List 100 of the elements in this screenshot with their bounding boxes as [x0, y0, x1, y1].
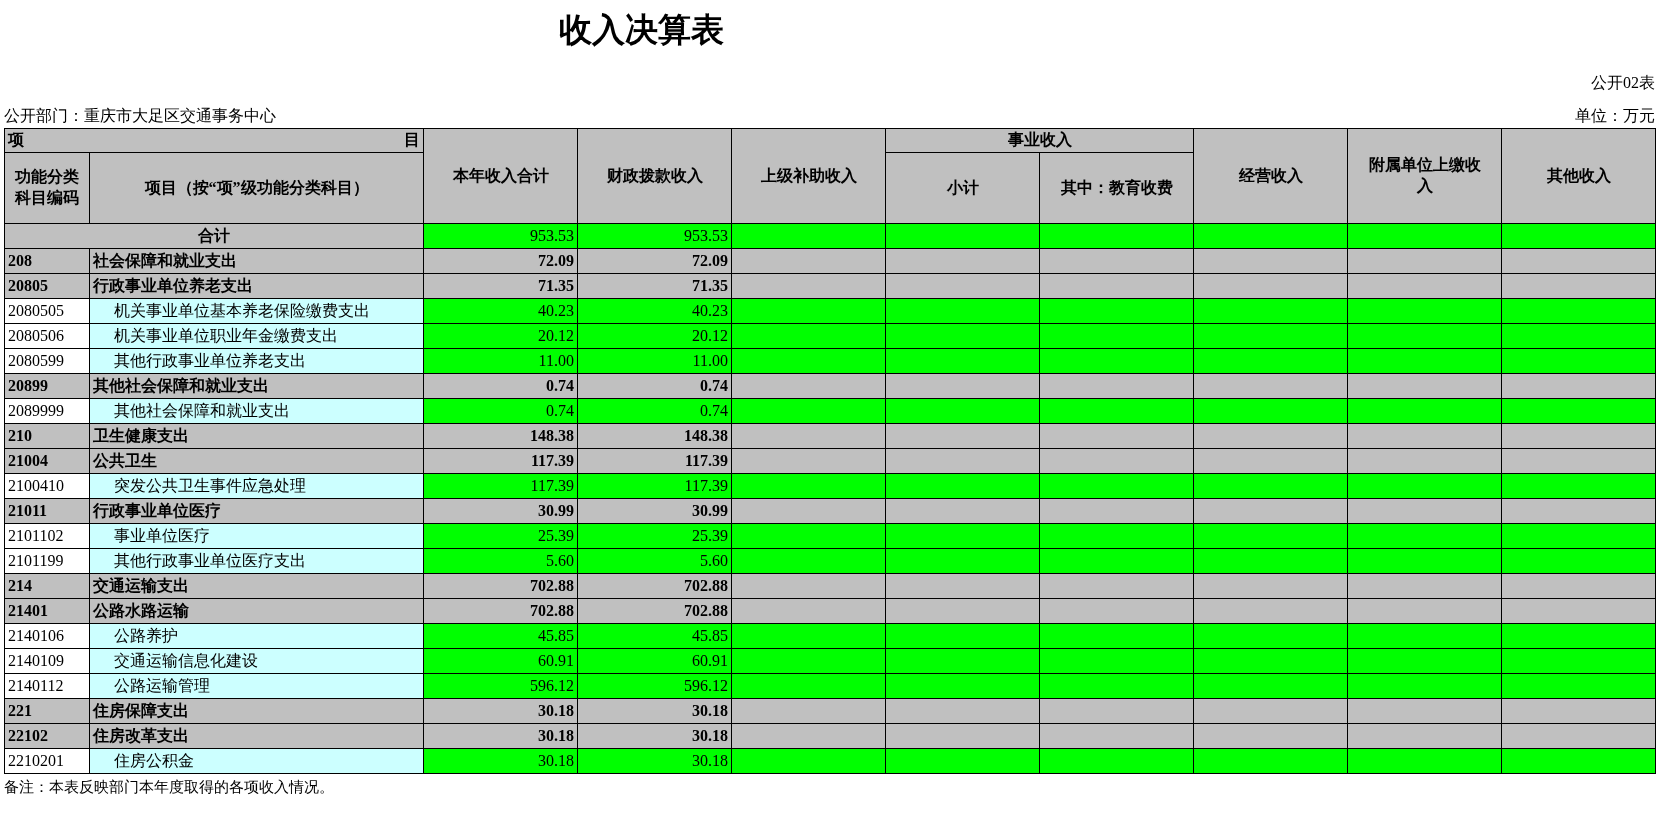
table-cell: 交通运输支出 [89, 573, 424, 599]
table-cell: 45.85 [423, 623, 578, 649]
table-cell: 117.39 [423, 473, 578, 499]
table-cell: 5.60 [577, 548, 732, 574]
unit-label: 单位：万元 [1575, 106, 1655, 126]
table-cell: 其他社会保障和就业支出 [89, 373, 424, 399]
table-cell: 0.74 [423, 373, 578, 399]
header-cell: 其中：教育收费 [1039, 152, 1194, 224]
table-cell: 30.99 [577, 498, 732, 524]
header-cell: 本年收入合计 [423, 128, 578, 224]
header-cell: 项目（按“项”级功能分类科目） [89, 152, 424, 224]
table-cell: 117.39 [423, 448, 578, 474]
table-cell: 40.23 [423, 298, 578, 324]
header-cell: 小计 [885, 152, 1040, 224]
table-cell: 117.39 [577, 448, 732, 474]
table-cell: 22102 [4, 723, 90, 749]
table-cell: 30.18 [423, 723, 578, 749]
header-cell: 经营收入 [1193, 128, 1348, 224]
table-cell: 住房公积金 [89, 748, 424, 774]
table-cell: 702.88 [577, 573, 732, 599]
table-cell: 953.53 [577, 223, 732, 249]
table-cell: 210 [4, 423, 90, 449]
table-cell: 机关事业单位职业年金缴费支出 [89, 323, 424, 349]
table-cell: 40.23 [577, 298, 732, 324]
header-cell: 上级补助收入 [731, 128, 886, 224]
table-cell: 20805 [4, 273, 90, 299]
table-cell: 公路水路运输 [89, 598, 424, 624]
table-cell: 221 [4, 698, 90, 724]
table-cell: 60.91 [423, 648, 578, 674]
footnote: 备注：本表反映部门本年度取得的各项收入情况。 [4, 778, 335, 797]
table-cell: 其他社会保障和就业支出 [89, 398, 424, 424]
table-cell: 30.18 [423, 698, 578, 724]
table-cell: 2080506 [4, 323, 90, 349]
table-cell: 60.91 [577, 648, 732, 674]
table-cell: 0.74 [577, 373, 732, 399]
table-cell: 2140109 [4, 648, 90, 674]
table-cell: 953.53 [423, 223, 578, 249]
header-cell: 事业收入 [885, 128, 1194, 153]
table-cell: 30.18 [577, 748, 732, 774]
table-cell: 117.39 [577, 473, 732, 499]
table-cell: 25.39 [423, 523, 578, 549]
table-cell: 148.38 [423, 423, 578, 449]
table-cell: 住房保障支出 [89, 698, 424, 724]
table-cell: 事业单位医疗 [89, 523, 424, 549]
table-cell: 21401 [4, 598, 90, 624]
table-cell: 其他行政事业单位医疗支出 [89, 548, 424, 574]
table-cell: 公路运输管理 [89, 673, 424, 699]
table-cell: 702.88 [577, 598, 732, 624]
table-cell: 20899 [4, 373, 90, 399]
table-cell: 702.88 [423, 573, 578, 599]
table-cell: 702.88 [423, 598, 578, 624]
table-cell: 机关事业单位基本养老保险缴费支出 [89, 298, 424, 324]
table-cell: 住房改革支出 [89, 723, 424, 749]
table-cell: 2210201 [4, 748, 90, 774]
table-cell: 72.09 [577, 248, 732, 274]
table-cell: 5.60 [423, 548, 578, 574]
table-cell: 71.35 [423, 273, 578, 299]
table-cell: 20.12 [577, 323, 732, 349]
table-cell: 2140106 [4, 623, 90, 649]
table-cell: 11.00 [577, 348, 732, 374]
table-cell: 20.12 [423, 323, 578, 349]
table-cell: 公共卫生 [89, 448, 424, 474]
table-cell: 148.38 [577, 423, 732, 449]
table-cell: 其他行政事业单位养老支出 [89, 348, 424, 374]
table-cell: 25.39 [577, 523, 732, 549]
header-cell: 其他收入 [1501, 128, 1656, 224]
table-cell: 214 [4, 573, 90, 599]
table-cell: 30.99 [423, 498, 578, 524]
table-cell: 72.09 [423, 248, 578, 274]
department-label: 公开部门：重庆市大足区交通事务中心 [4, 106, 276, 126]
table-cell: 2100410 [4, 473, 90, 499]
form-number: 公开02表 [1591, 73, 1655, 93]
table-cell: 合计 [4, 223, 424, 249]
table-cell: 596.12 [423, 673, 578, 699]
table-cell: 2101102 [4, 523, 90, 549]
table-cell: 交通运输信息化建设 [89, 648, 424, 674]
table-cell: 596.12 [577, 673, 732, 699]
header-cell: 功能分类科目编码 [4, 152, 90, 224]
table-cell: 2080599 [4, 348, 90, 374]
table-cell: 30.18 [577, 698, 732, 724]
table-cell: 30.18 [423, 748, 578, 774]
sheet-title: 收入决算表 [559, 11, 724, 50]
table-cell: 21004 [4, 448, 90, 474]
header-cell: 附属单位上缴收入 [1347, 128, 1502, 224]
table-cell: 社会保障和就业支出 [89, 248, 424, 274]
table-cell: 71.35 [577, 273, 732, 299]
table-cell: 2101199 [4, 548, 90, 574]
table-cell: 2089999 [4, 398, 90, 424]
table-cell: 45.85 [577, 623, 732, 649]
table-cell: 行政事业单位养老支出 [89, 273, 424, 299]
header-cell: 财政拨款收入 [577, 128, 732, 224]
header-cell: 项 目 [4, 128, 424, 153]
table-cell: 卫生健康支出 [89, 423, 424, 449]
table-cell: 2080505 [4, 298, 90, 324]
table-cell: 行政事业单位医疗 [89, 498, 424, 524]
table-cell: 11.00 [423, 348, 578, 374]
table-cell: 公路养护 [89, 623, 424, 649]
table-cell: 突发公共卫生事件应急处理 [89, 473, 424, 499]
table-cell: 21011 [4, 498, 90, 524]
table-cell: 208 [4, 248, 90, 274]
